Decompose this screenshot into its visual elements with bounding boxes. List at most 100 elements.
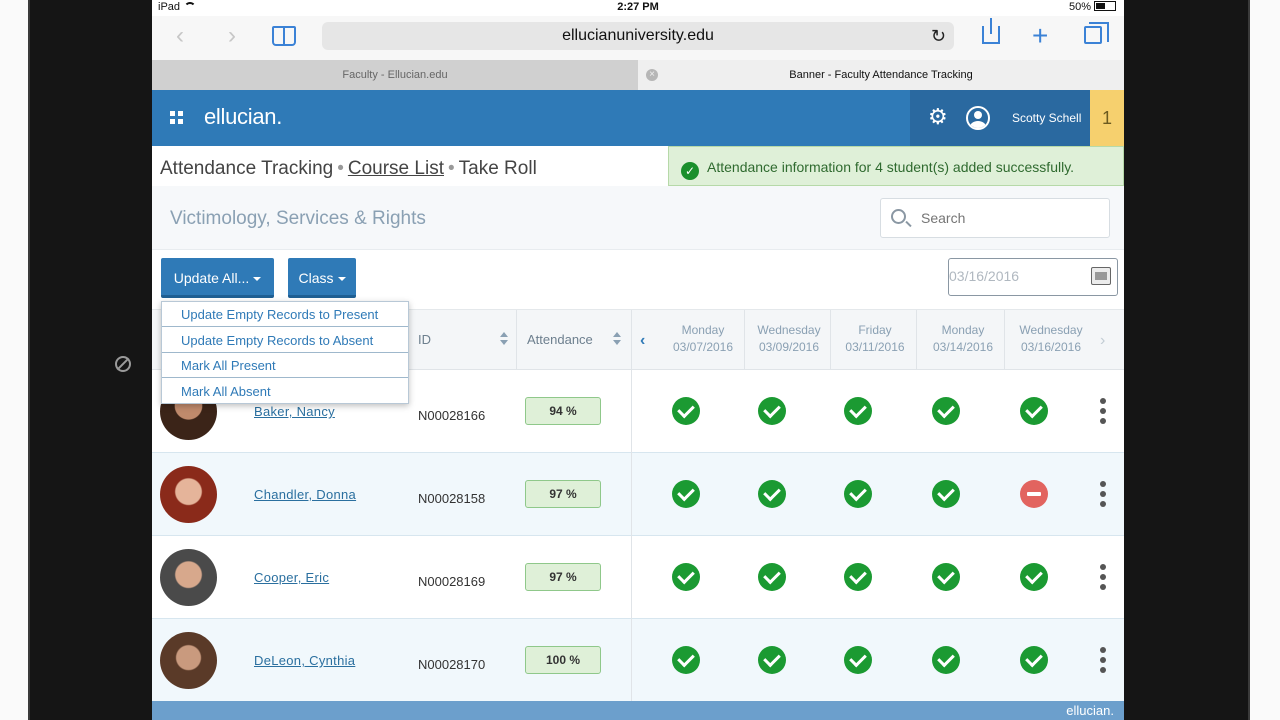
present-check-icon[interactable] xyxy=(1020,563,1048,591)
caret-down-icon xyxy=(253,277,262,281)
browser-tab-faculty[interactable]: Faculty - Ellucian.edu xyxy=(152,60,638,90)
table-row: DeLeon, Cynthia N00028170 100 % xyxy=(152,619,1124,702)
page-footer: ellucian. xyxy=(152,701,1124,720)
status-bar: iPad 2:27 PM 50% xyxy=(152,0,1124,16)
share-icon[interactable] xyxy=(982,18,1000,44)
present-check-icon[interactable] xyxy=(672,397,700,425)
attendance-percent-badge: 100 % xyxy=(525,646,601,674)
class-button[interactable]: Class xyxy=(288,258,356,298)
course-title: Victimology, Services & Rights xyxy=(170,208,426,229)
present-check-icon[interactable] xyxy=(758,480,786,508)
column-header-id[interactable]: ID xyxy=(418,332,431,347)
app-grid-icon[interactable] xyxy=(170,111,184,125)
next-dates-chevron-icon[interactable]: › xyxy=(1100,332,1105,350)
bookmarks-icon[interactable] xyxy=(272,26,296,46)
class-label: Class xyxy=(298,270,334,286)
date-column-5: Wednesday 03/16/2016 xyxy=(1019,323,1083,354)
present-check-icon[interactable] xyxy=(1020,646,1048,674)
back-arrow-icon[interactable]: ‹ xyxy=(176,24,184,48)
present-check-icon[interactable] xyxy=(932,397,960,425)
reload-icon[interactable]: ↻ xyxy=(931,22,946,50)
present-check-icon[interactable] xyxy=(932,563,960,591)
student-name-link[interactable]: Cooper, Eric xyxy=(254,570,329,585)
present-check-icon[interactable] xyxy=(758,563,786,591)
sort-icon[interactable] xyxy=(500,332,508,346)
address-bar[interactable]: ellucianuniversity.edu ↻ xyxy=(322,22,954,50)
absent-minus-icon[interactable] xyxy=(1020,480,1048,508)
update-all-dropdown-menu: Update Empty Records to Present Update E… xyxy=(161,301,409,404)
table-row: Chandler, Donna N00028158 97 % xyxy=(152,453,1124,536)
course-bar: Victimology, Services & Rights xyxy=(152,186,1124,250)
toast-message: Attendance information for 4 student(s) … xyxy=(707,159,1075,175)
battery-percent: 50% xyxy=(1068,1,1091,13)
search-box[interactable] xyxy=(880,198,1110,238)
browser-tab-strip: Faculty - Ellucian.edu × Banner - Facult… xyxy=(152,60,1124,90)
search-input[interactable] xyxy=(921,207,1101,229)
student-id: N00028169 xyxy=(418,574,486,589)
calendar-icon[interactable] xyxy=(1091,267,1111,285)
notification-badge[interactable]: 1 xyxy=(1090,90,1124,146)
menu-item-empty-present[interactable]: Update Empty Records to Present xyxy=(162,302,408,327)
menu-item-mark-all-absent[interactable]: Mark All Absent xyxy=(162,379,408,404)
update-all-label: Update All... xyxy=(173,270,250,286)
header-user-area: ⚙ Scotty Schell xyxy=(910,90,1090,146)
menu-item-empty-absent[interactable]: Update Empty Records to Absent xyxy=(162,328,408,353)
ellucian-logo: ellucian. xyxy=(204,104,283,129)
present-check-icon[interactable] xyxy=(844,480,872,508)
present-check-icon[interactable] xyxy=(672,563,700,591)
date-picker[interactable] xyxy=(948,258,1118,296)
present-check-icon[interactable] xyxy=(672,480,700,508)
row-more-options-icon[interactable] xyxy=(1100,647,1106,673)
present-check-icon[interactable] xyxy=(932,646,960,674)
date-column-2: Wednesday 03/09/2016 xyxy=(757,323,821,354)
student-name-link[interactable]: Chandler, Donna xyxy=(254,487,356,502)
menu-item-mark-all-present[interactable]: Mark All Present xyxy=(162,353,408,378)
student-id: N00028158 xyxy=(418,491,486,506)
update-all-button[interactable]: Update All... xyxy=(161,258,274,298)
row-more-options-icon[interactable] xyxy=(1100,481,1106,507)
date-column-3: Friday 03/11/2016 xyxy=(845,323,905,354)
user-name[interactable]: Scotty Schell xyxy=(1012,111,1081,125)
row-more-options-icon[interactable] xyxy=(1100,564,1106,590)
browser-tab-banner[interactable]: × Banner - Faculty Attendance Tracking xyxy=(638,60,1124,90)
browser-tab-banner-label: Banner - Faculty Attendance Tracking xyxy=(789,69,973,81)
present-check-icon[interactable] xyxy=(844,563,872,591)
student-name-link[interactable]: Baker, Nancy xyxy=(254,404,335,419)
attendance-percent-badge: 97 % xyxy=(525,480,601,508)
date-input[interactable] xyxy=(949,268,1079,284)
breadcrumb-separator: • xyxy=(337,158,344,179)
user-avatar-icon[interactable] xyxy=(966,106,990,130)
present-check-icon[interactable] xyxy=(932,480,960,508)
ipad-screen: iPad 2:27 PM 50% ‹ › ellucianuniversity.… xyxy=(152,0,1124,720)
tabs-overview-icon[interactable] xyxy=(1084,22,1109,44)
clock: 2:27 PM xyxy=(617,1,659,13)
search-icon xyxy=(891,209,906,224)
present-check-icon[interactable] xyxy=(844,646,872,674)
column-header-attendance[interactable]: Attendance xyxy=(527,332,593,347)
present-check-icon[interactable] xyxy=(672,646,700,674)
breadcrumb-course-list-link[interactable]: Course List xyxy=(348,158,444,179)
footer-logo: ellucian. xyxy=(1066,703,1114,718)
row-more-options-icon[interactable] xyxy=(1100,398,1106,424)
tab-close-icon[interactable]: × xyxy=(646,69,658,81)
present-check-icon[interactable] xyxy=(844,397,872,425)
success-toast: ✓ Attendance information for 4 student(s… xyxy=(668,146,1124,186)
forward-arrow-icon[interactable]: › xyxy=(228,24,236,48)
table-row: Cooper, Eric N00028169 97 % xyxy=(152,536,1124,619)
app-header: ellucian. ⚙ Scotty Schell 1 xyxy=(152,90,1124,146)
breadcrumb-separator: • xyxy=(447,158,455,179)
sort-icon[interactable] xyxy=(613,332,621,346)
check-circle-icon: ✓ xyxy=(681,162,699,180)
caret-down-icon xyxy=(337,277,346,281)
present-check-icon[interactable] xyxy=(758,646,786,674)
student-avatar xyxy=(160,466,217,523)
present-check-icon[interactable] xyxy=(1020,397,1048,425)
attendance-percent-badge: 97 % xyxy=(525,563,601,591)
student-id: N00028170 xyxy=(418,657,486,672)
previous-dates-chevron-icon[interactable]: ‹ xyxy=(640,332,645,350)
student-name-link[interactable]: DeLeon, Cynthia xyxy=(254,653,355,668)
gear-icon[interactable]: ⚙ xyxy=(928,106,948,128)
breadcrumb: Attendance Tracking • Course List • Take Rol… xyxy=(160,158,537,180)
new-tab-plus-icon[interactable]: + xyxy=(1032,22,1048,50)
present-check-icon[interactable] xyxy=(758,397,786,425)
